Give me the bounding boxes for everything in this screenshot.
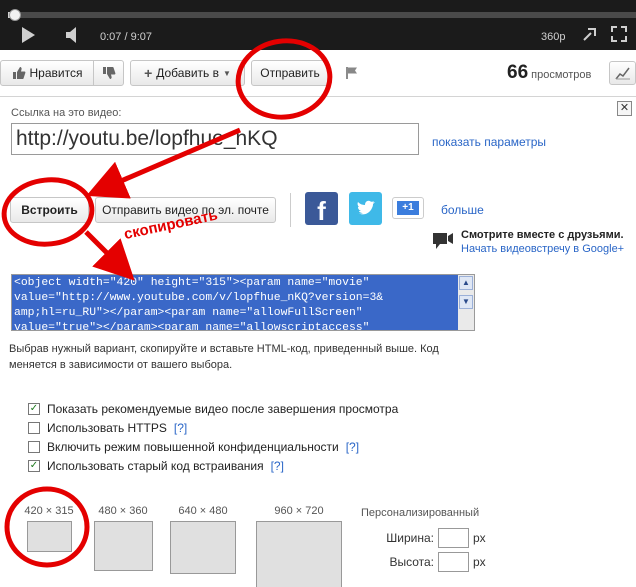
size-preview — [256, 521, 342, 587]
scrollbar[interactable]: ▲ ▼ — [458, 275, 474, 330]
help-link[interactable]: [?] — [346, 440, 359, 454]
share-panel: ✕ Ссылка на это видео: показать параметр… — [0, 96, 636, 587]
fullscreen-button[interactable] — [611, 26, 629, 46]
view-label: просмотров — [531, 69, 592, 81]
size-label: 640 × 480 — [178, 505, 228, 517]
size-option-960[interactable]: 960 × 720 — [256, 505, 342, 587]
thumb-up-icon — [12, 67, 25, 79]
checkbox[interactable] — [28, 421, 40, 434]
popout-icon — [583, 28, 596, 41]
embed-code: <object width="420" height="315"><param … — [14, 277, 384, 331]
custom-size-title: Персонализированный — [361, 507, 480, 519]
divider — [290, 193, 291, 227]
play-button[interactable] — [20, 26, 38, 46]
scroll-up-icon[interactable]: ▲ — [459, 276, 473, 290]
option-old-code[interactable]: ✓ Использовать старый код встраивания [?… — [28, 456, 398, 475]
progress-knob[interactable] — [9, 9, 21, 21]
size-preview — [26, 521, 72, 552]
embed-code-textarea[interactable]: <object width="420" height="315"><param … — [11, 274, 475, 331]
embed-button[interactable]: Встроить — [10, 197, 89, 223]
like-button[interactable]: Нравится — [0, 60, 94, 86]
height-label: Высота: — [389, 555, 434, 569]
option-privacy[interactable]: Включить режим повышенной конфиденциальн… — [28, 437, 398, 456]
view-counter: 66 просмотров — [507, 62, 591, 84]
size-option-640[interactable]: 640 × 480 — [170, 505, 236, 574]
checkbox[interactable]: ✓ — [28, 459, 40, 472]
checkbox[interactable] — [28, 440, 40, 453]
help-link[interactable]: [?] — [271, 459, 284, 473]
volume-button[interactable] — [64, 26, 82, 46]
unit-label: px — [473, 531, 486, 545]
flag-button[interactable] — [335, 60, 368, 86]
option-label: Использовать HTTPS — [47, 420, 167, 435]
video-player-controls: 0:07 / 9:07 360p — [0, 0, 636, 50]
embed-options: ✓ Показать рекомендуемые видео после зав… — [28, 399, 398, 475]
width-input[interactable] — [438, 528, 469, 548]
popout-button[interactable] — [582, 26, 600, 46]
time-display: 0:07 / 9:07 — [100, 31, 152, 43]
size-label: 420 × 315 — [24, 505, 74, 517]
width-label: Ширина: — [386, 531, 434, 545]
size-option-480[interactable]: 480 × 360 — [92, 505, 154, 571]
play-icon — [22, 27, 35, 43]
progress-bar[interactable] — [8, 12, 636, 18]
option-label: Показать рекомендуемые видео после завер… — [47, 401, 399, 416]
help-text: Выбрав нужный вариант, скопируйте и вста… — [9, 343, 439, 371]
size-label: 480 × 360 — [98, 505, 148, 517]
google-plus-one-button[interactable]: +1 — [392, 197, 424, 219]
share-button[interactable]: Отправить — [251, 60, 329, 86]
option-label: Включить режим повышенной конфиденциальн… — [47, 439, 339, 454]
close-icon[interactable]: ✕ — [617, 101, 632, 116]
size-label: 960 × 720 — [274, 505, 324, 517]
checkbox[interactable]: ✓ — [28, 402, 40, 415]
link-label: Ссылка на это видео: — [11, 107, 122, 119]
help-link[interactable]: [?] — [174, 421, 187, 435]
action-bar: Нравится + Добавить в ▼ Отправить 66 прос… — [0, 54, 636, 94]
scroll-down-icon[interactable]: ▼ — [459, 295, 473, 309]
size-preview — [93, 521, 153, 571]
custom-height-row: Высота: px — [370, 552, 486, 572]
volume-icon — [66, 27, 76, 43]
option-related[interactable]: ✓ Показать рекомендуемые видео после зав… — [28, 399, 398, 418]
chevron-down-icon: ▼ — [223, 68, 231, 78]
facebook-icon[interactable]: f — [305, 192, 338, 226]
show-params-link[interactable]: показать параметры — [432, 135, 546, 149]
like-label: Нравится — [29, 66, 83, 80]
more-link[interactable]: больше — [441, 203, 484, 217]
dislike-button[interactable] — [93, 60, 124, 86]
add-to-button[interactable]: + Добавить в ▼ — [130, 60, 245, 86]
quality-button[interactable]: 360p — [541, 31, 565, 43]
height-input[interactable] — [438, 552, 469, 572]
unit-label: px — [473, 555, 486, 569]
size-option-420[interactable]: 420 × 315 — [16, 505, 82, 552]
option-https[interactable]: Использовать HTTPS [?] — [28, 418, 398, 437]
twitter-icon[interactable] — [349, 192, 382, 225]
option-label: Использовать старый код встраивания — [47, 458, 264, 473]
size-preview — [170, 521, 236, 574]
custom-width-row: Ширина: px — [370, 528, 486, 548]
fullscreen-icon — [611, 26, 627, 42]
stats-icon — [614, 67, 630, 80]
hangout-link[interactable]: Начать видеовстречу в Google+ — [461, 243, 624, 255]
flag-icon — [345, 67, 357, 79]
thumb-down-icon — [102, 67, 115, 79]
hangout-icon — [431, 231, 455, 251]
view-count: 66 — [507, 62, 529, 83]
stats-button[interactable] — [609, 61, 636, 85]
short-link-input[interactable] — [11, 123, 419, 155]
add-label: Добавить в — [156, 66, 219, 80]
plus-icon: + — [144, 65, 153, 81]
hangout-title: Смотрите вместе с друзьями. — [461, 229, 624, 241]
